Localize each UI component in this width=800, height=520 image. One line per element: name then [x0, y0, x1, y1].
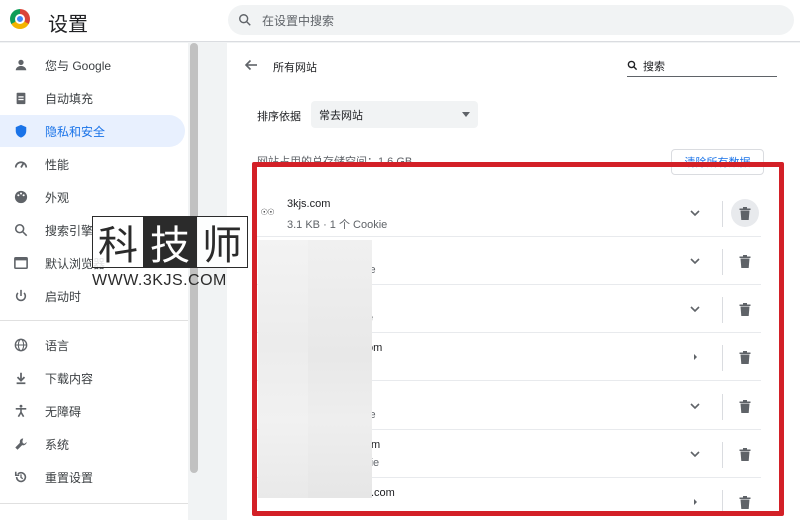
site-search-input[interactable]: 搜索 [627, 55, 777, 77]
sidebar-item-label: 无障碍 [45, 404, 82, 419]
watermark-logo: 科 技 师 WWW.3KJS.COM [92, 216, 248, 290]
wrench-icon [13, 436, 29, 452]
power-icon [13, 288, 29, 304]
sidebar-divider [0, 503, 188, 504]
sort-dropdown[interactable]: 常去网站 [311, 101, 478, 128]
watermark-char: 技 [144, 216, 196, 269]
search-icon [239, 14, 251, 26]
chrome-logo-icon [10, 9, 30, 29]
sidebar-item-autofill[interactable]: 自动填充 [0, 82, 185, 114]
search-icon [13, 222, 29, 238]
sidebar-item-label: 性能 [45, 157, 70, 172]
sidebar-item-label: 您与 Google [45, 58, 112, 73]
sidebar-item-appearance[interactable]: 外观 [0, 181, 185, 213]
sidebar-item-label: 启动时 [45, 289, 82, 304]
palette-icon [13, 189, 29, 205]
page-title: 设置 [48, 14, 88, 36]
shield-icon [13, 123, 29, 139]
sidebar-item-language[interactable]: 语言 [0, 329, 185, 361]
accessibility-icon [13, 403, 29, 419]
sidebar-item-accessibility[interactable]: 无障碍 [0, 395, 185, 427]
sidebar-item-label: 下载内容 [45, 371, 94, 386]
back-arrow-icon[interactable] [243, 57, 259, 73]
restore-icon [13, 469, 29, 485]
sidebar-item-downloads[interactable]: 下载内容 [0, 362, 185, 394]
search-placeholder: 在设置中搜索 [262, 13, 335, 28]
sidebar-item-label: 外观 [45, 190, 70, 205]
watermark-char: 科 [92, 216, 144, 269]
sort-label: 排序依据 [257, 111, 301, 123]
sidebar-item-google[interactable]: 您与 Google [0, 49, 185, 81]
browser-icon [13, 255, 29, 271]
sidebar-item-label: 自动填充 [45, 91, 94, 106]
download-icon [13, 370, 29, 386]
watermark-url: WWW.3KJS.COM [92, 272, 227, 289]
sidebar-item-privacy[interactable]: 隐私和安全 [0, 115, 185, 147]
sidebar-item-reset[interactable]: 重置设置 [0, 461, 185, 493]
clipboard-icon [13, 90, 29, 106]
sidebar-item-system[interactable]: 系统 [0, 428, 185, 460]
sidebar-item-label: 搜索引擎 [45, 223, 94, 238]
globe-icon [13, 337, 29, 353]
sort-selected-value: 常去网站 [319, 109, 363, 122]
sidebar-item-label: 隐私和安全 [45, 124, 106, 139]
dropdown-arrow-icon [462, 112, 470, 117]
sidebar-item-label: 重置设置 [45, 470, 94, 485]
sidebar-item-performance[interactable]: 性能 [0, 148, 185, 180]
settings-search-input[interactable]: 在设置中搜索 [228, 5, 794, 35]
site-search-label: 搜索 [643, 60, 665, 73]
search-icon [627, 60, 638, 71]
sidebar-item-label: 系统 [45, 437, 70, 452]
watermark-char: 师 [196, 216, 248, 269]
gauge-icon [13, 156, 29, 172]
settings-header: 设置 在设置中搜索 [0, 0, 800, 42]
sidebar-item-label: 语言 [45, 338, 70, 353]
person-icon [13, 57, 29, 73]
annotation-highlight-box [252, 162, 784, 516]
subpage-title: 所有网站 [273, 62, 317, 74]
sidebar-divider [0, 320, 188, 321]
